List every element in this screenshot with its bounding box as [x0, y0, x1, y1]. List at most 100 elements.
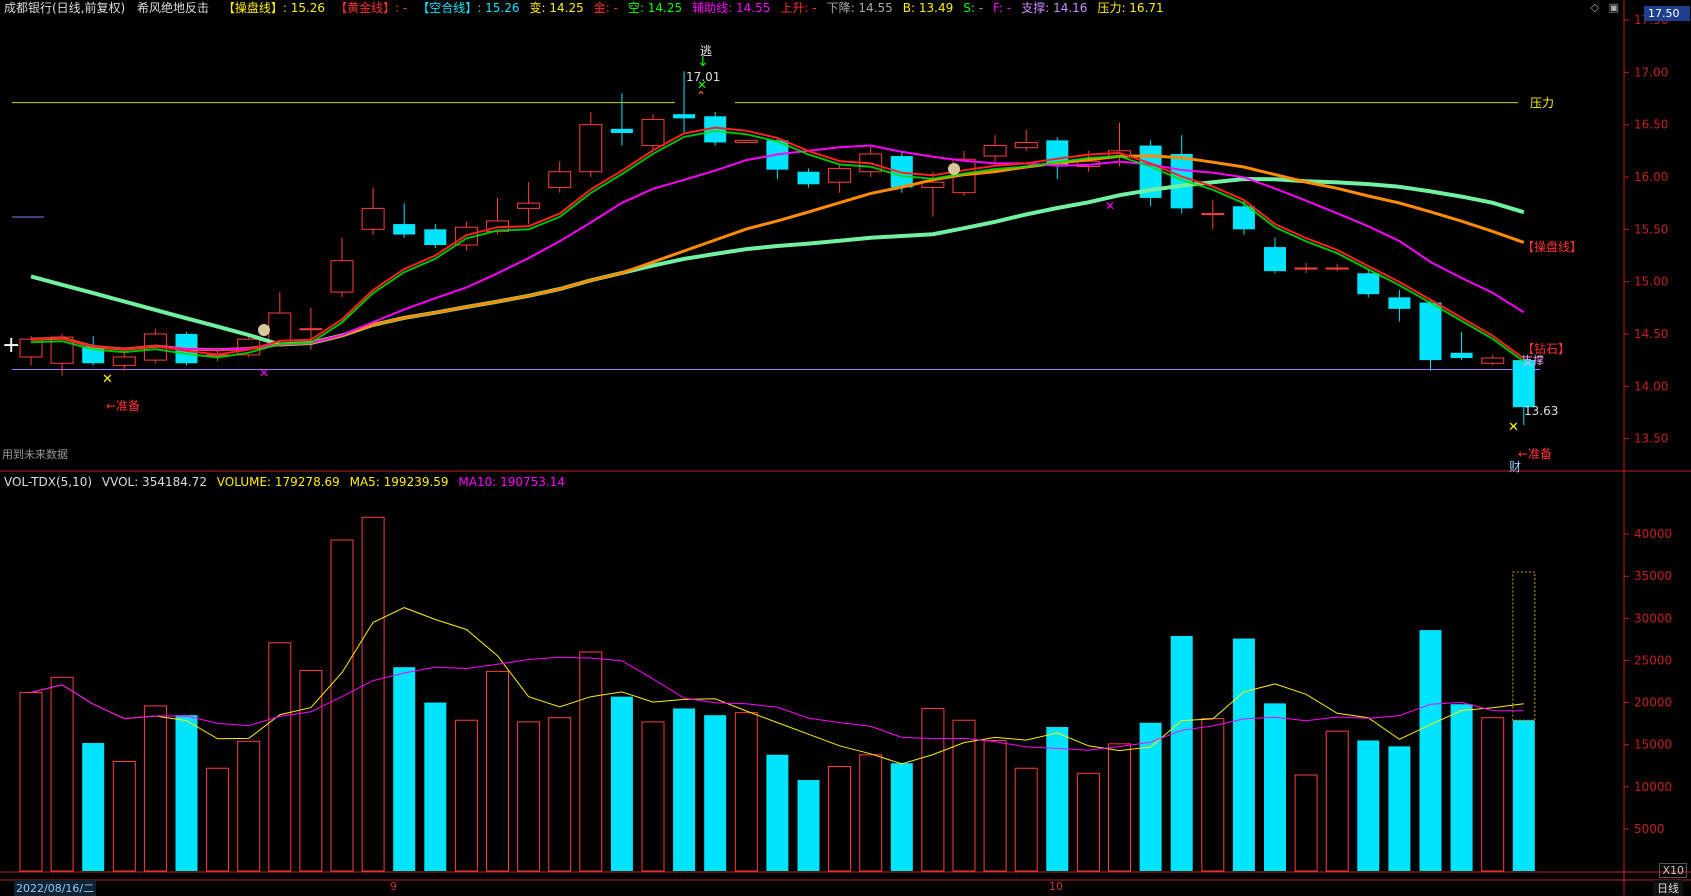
volume-value: VOLUME: 179278.69: [216, 475, 340, 489]
volume-bar: [50, 676, 74, 872]
price-tick-label: 15.50: [1634, 222, 1668, 236]
price-tick-label: 15.00: [1634, 275, 1668, 289]
volume-bar: [1357, 740, 1380, 871]
candle-body: [610, 128, 633, 134]
ma5-value: MA5: 199239.59: [349, 475, 449, 489]
volume-bar: [1170, 636, 1193, 871]
volume-projection: [1512, 571, 1536, 721]
candle-body: [1450, 352, 1473, 359]
volume-bar: [1232, 638, 1255, 871]
volume-bar: [237, 740, 261, 872]
volume-bar: [548, 717, 572, 872]
candle: [1294, 262, 1318, 274]
indicator-item: 【操盘线】: 15.26: [222, 1, 326, 15]
low-price-label: 13.63: [1524, 404, 1558, 418]
ma10-value: MA10: 190753.14: [458, 475, 565, 489]
money-bag-icon: [258, 324, 270, 336]
candle: [268, 292, 292, 347]
control-line-ma: [30, 176, 1525, 347]
indicator-name[interactable]: 希风绝地反击: [137, 1, 209, 15]
zoom-label[interactable]: X10: [1659, 863, 1687, 878]
candle-body: [1419, 302, 1442, 361]
restore-icon[interactable]: ▣: [1609, 1, 1619, 14]
indicator-item: 支撑: 14.16: [1021, 1, 1088, 15]
indicator-item: 辅助线: 14.55: [692, 1, 771, 15]
volume-bar: [82, 742, 105, 871]
candle-body: [112, 356, 136, 366]
candle-body: [641, 118, 665, 147]
volume-tick-label: 5000: [1634, 822, 1665, 836]
candle-body: [299, 328, 323, 331]
control-line-label: 【操盘线】: [1522, 239, 1582, 254]
price-tick-label: 14.00: [1634, 379, 1668, 393]
candle: [1264, 237, 1286, 274]
support-label: 支撑: [1522, 353, 1544, 367]
date-cursor-label: 2022/08/16/二: [14, 880, 97, 896]
volume-bar: [1014, 767, 1038, 872]
candle-body: [1294, 267, 1318, 270]
candle: [1325, 263, 1349, 272]
volume-bar: [1201, 718, 1225, 872]
price-tick-label: 14.50: [1634, 327, 1668, 341]
candle: [1201, 200, 1225, 230]
candle: [424, 224, 447, 249]
volume-bar: [112, 761, 136, 872]
indicator-item: S: -: [963, 1, 984, 15]
candle-body: [361, 207, 385, 230]
candle-body: [1512, 360, 1535, 408]
vvol-value: VVOL: 354184.72: [101, 475, 207, 489]
candle: [828, 164, 852, 193]
candle-body: [1325, 267, 1349, 270]
candle: [1388, 290, 1411, 322]
money-bag-icon: [948, 163, 960, 175]
sell-cross-marker: ✕: [1105, 199, 1115, 213]
indicator-item: B: 13.49: [902, 1, 954, 15]
candle-body: [548, 171, 572, 188]
candle: [19, 336, 43, 366]
volume-bar: [1512, 720, 1535, 871]
candlestick-chart[interactable]: 13.50 14.00 14.50 15.00 15.50 16.00 16.50 17.00…: [0, 0, 1691, 895]
indicator-item: 变: 14.25: [529, 1, 584, 15]
candle: [1139, 140, 1162, 207]
volume-ma5-line: [30, 607, 1524, 765]
candle-body: [1170, 153, 1193, 209]
buy-cross-marker: ✕: [1508, 420, 1519, 435]
volume-bar: [206, 767, 230, 872]
candle: [734, 139, 758, 143]
candle: [610, 93, 633, 146]
stock-title[interactable]: 成都银行(日线,前复权): [4, 1, 125, 15]
volume-ma10-line: [30, 656, 1524, 751]
volume-bar: [1076, 772, 1100, 872]
candle-body: [393, 224, 416, 235]
volume-tick-label: 20000: [1634, 696, 1672, 710]
candle-body: [1388, 297, 1411, 309]
volume-bar: [641, 721, 665, 872]
diamond-icon[interactable]: ◇: [1591, 1, 1599, 14]
candle-body: [828, 168, 852, 183]
candle: [548, 161, 572, 193]
indicator-item: 【黄金线】: -: [335, 1, 408, 15]
candle-body: [1481, 357, 1505, 364]
candle: [1419, 300, 1442, 371]
candle: [1450, 331, 1473, 361]
volume-bar: [828, 766, 852, 872]
volume-bar: [766, 754, 789, 871]
candle: [112, 352, 136, 371]
candle-body: [579, 124, 603, 173]
candle: [766, 137, 789, 180]
escape-arrow: ↓: [697, 54, 709, 70]
candle: [859, 145, 883, 177]
volume-bar: [704, 715, 727, 871]
candle-body: [517, 202, 541, 209]
candle: [579, 112, 603, 177]
candle-body: [797, 171, 820, 185]
indicator-item: 下降: 14.55: [826, 1, 893, 15]
volume-tick-label: 25000: [1634, 653, 1672, 667]
future-data-note: 用到未来数据: [2, 448, 68, 461]
volume-bar: [921, 707, 945, 872]
volume-indicator-name[interactable]: VOL-TDX(5,10): [4, 475, 92, 489]
indicator-item: 空: 14.25: [627, 1, 683, 15]
period-selector[interactable]: 日线: [1653, 880, 1683, 896]
candle: [393, 203, 416, 238]
window-controls: ◇ ▣: [1585, 1, 1619, 14]
